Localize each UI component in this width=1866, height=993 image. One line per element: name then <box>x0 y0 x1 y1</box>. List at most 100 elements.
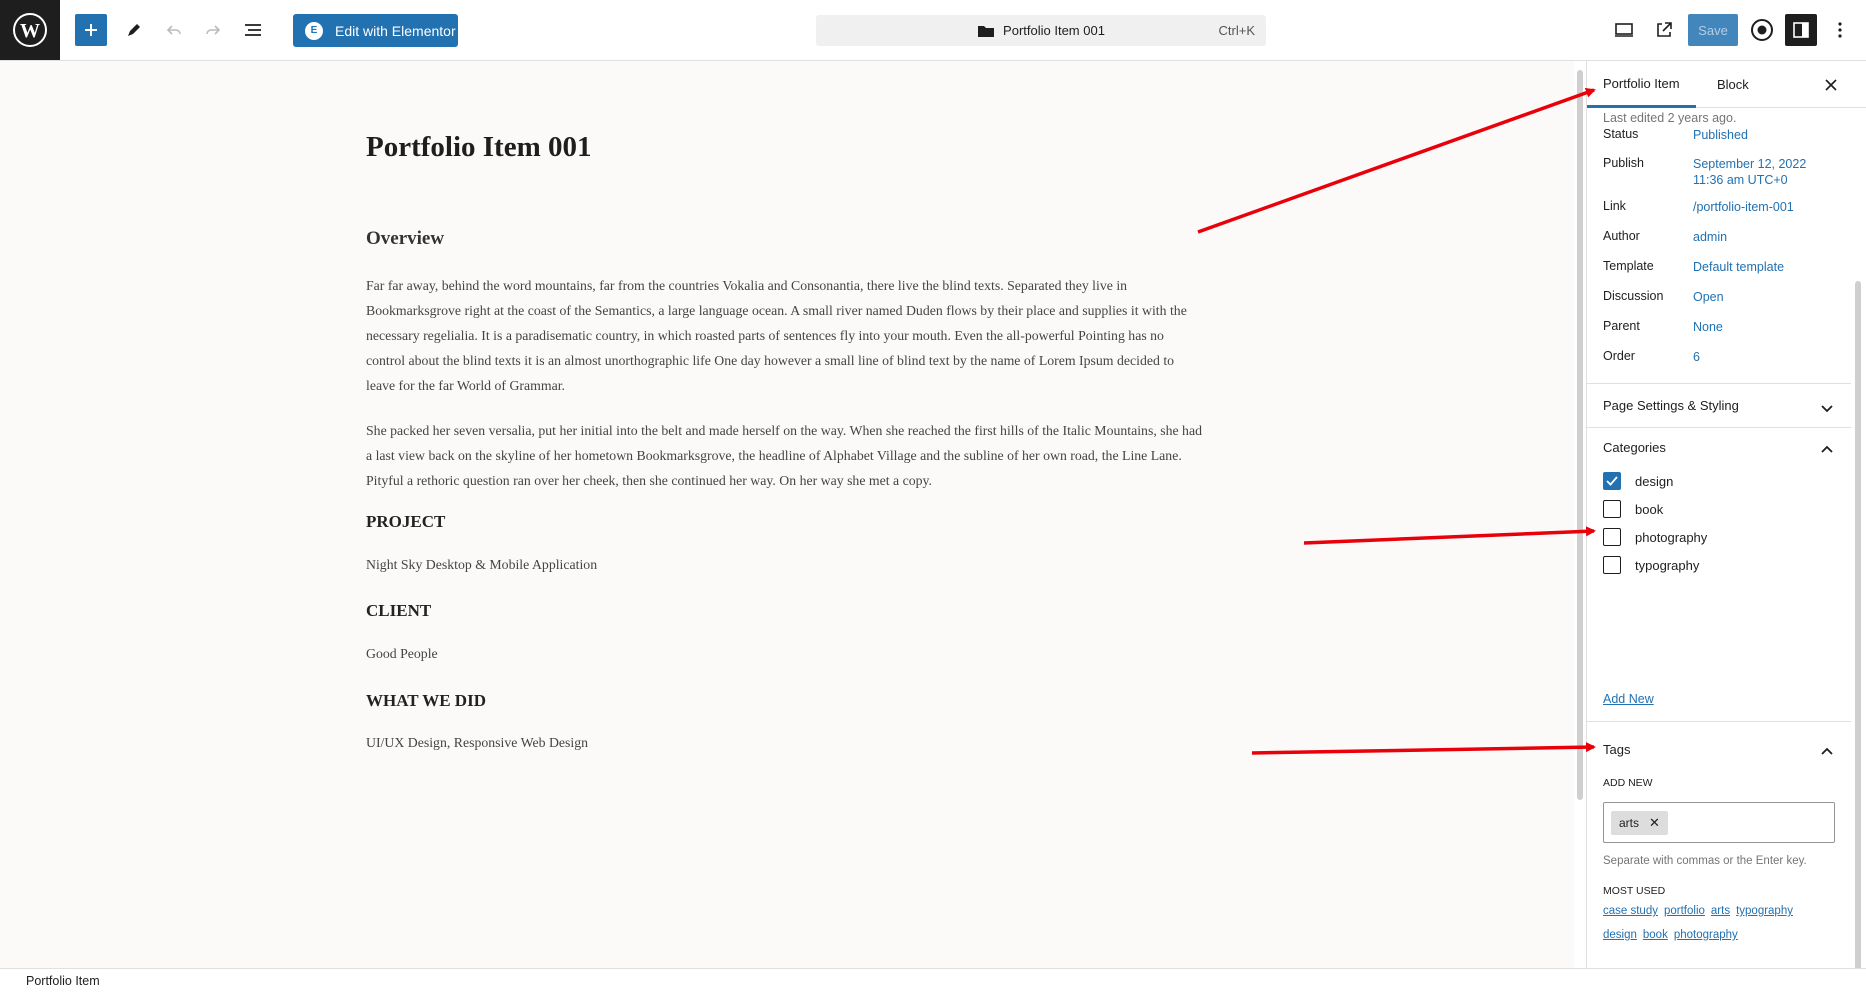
discussion-label: Discussion <box>1603 289 1664 303</box>
most-used-tag-link[interactable]: case study <box>1603 905 1658 917</box>
tag-input-field[interactable]: arts ✕ <box>1603 802 1835 843</box>
overview-heading[interactable]: Overview <box>366 228 444 250</box>
elementor-icon: E <box>305 21 323 40</box>
category-checkbox-typography[interactable]: typography <box>1603 556 1699 574</box>
order-button[interactable]: 6 <box>1693 349 1700 365</box>
plugin-button[interactable] <box>1746 14 1778 46</box>
settings-sidebar: Portfolio Item Block Last edited 2 years… <box>1586 61 1866 993</box>
document-overview-button[interactable] <box>237 14 269 46</box>
category-label: photography <box>1635 529 1708 545</box>
tab-portfolio-item[interactable]: Portfolio Item <box>1587 61 1696 108</box>
sidebar-tabs: Portfolio Item Block <box>1587 61 1866 108</box>
most-used-tags-row: case study portfolio arts typography <box>1603 901 1843 921</box>
most-used-tag-link[interactable]: book <box>1643 929 1668 941</box>
canvas-scrollbar[interactable] <box>1577 70 1583 800</box>
status-value-button[interactable]: Published <box>1693 127 1748 143</box>
categories-panel-toggle[interactable]: Categories <box>1603 440 1833 455</box>
tag-help-text: Separate with commas or the Enter key. <box>1603 855 1807 867</box>
project-text[interactable]: Night Sky Desktop & Mobile Application <box>366 557 597 573</box>
category-checkbox-book[interactable]: book <box>1603 500 1663 518</box>
order-label: Order <box>1603 349 1635 363</box>
post-title[interactable]: Portfolio Item 001 <box>366 131 592 164</box>
divider <box>1587 383 1851 384</box>
desktop-icon <box>1615 23 1633 37</box>
most-used-label: MOST USED <box>1603 885 1666 897</box>
close-sidebar-button[interactable] <box>1819 73 1843 97</box>
chevron-up-icon[interactable] <box>1819 744 1835 760</box>
sidebar-scrollbar[interactable] <box>1855 281 1861 993</box>
circle-icon <box>1751 19 1773 41</box>
list-view-icon <box>245 24 261 36</box>
page-settings-panel-toggle[interactable]: Page Settings & Styling <box>1603 398 1833 413</box>
checkbox[interactable] <box>1603 500 1621 518</box>
most-used-tags-row: design book photography <box>1603 925 1843 945</box>
divider <box>1587 427 1851 428</box>
parent-button[interactable]: None <box>1693 319 1723 335</box>
most-used-tag-link[interactable]: portfolio <box>1664 905 1705 917</box>
redo-icon <box>206 25 221 35</box>
settings-sidebar-toggle[interactable] <box>1785 14 1817 46</box>
document-title: Portfolio Item 001 <box>1003 23 1105 38</box>
breadcrumb-item[interactable]: Portfolio Item <box>26 974 100 988</box>
tab-block[interactable]: Block <box>1701 61 1765 108</box>
template-button[interactable]: Default template <box>1693 259 1784 275</box>
options-menu-button[interactable] <box>1824 14 1856 46</box>
what-we-did-text[interactable]: UI/UX Design, Responsive Web Design <box>366 735 588 751</box>
undo-button[interactable] <box>158 14 190 46</box>
edit-with-elementor-button[interactable]: E Edit with Elementor <box>293 14 458 47</box>
checkbox-checked[interactable] <box>1603 472 1621 490</box>
editor-canvas: Portfolio Item 001 Overview Far far away… <box>0 61 1574 968</box>
status-label: Status <box>1603 127 1639 141</box>
command-palette-bar[interactable]: Portfolio Item 001 Ctrl+K <box>816 15 1266 46</box>
most-used-tag-link[interactable]: design <box>1603 929 1637 941</box>
parent-label: Parent <box>1603 319 1640 333</box>
plus-icon <box>85 24 97 36</box>
permalink-button[interactable]: /portfolio-item-001 <box>1693 199 1794 215</box>
undo-icon <box>166 25 181 35</box>
add-new-tag-label: ADD NEW <box>1603 777 1653 789</box>
chevron-down-icon[interactable] <box>1819 400 1835 416</box>
breadcrumb-footer: Portfolio Item <box>0 968 1866 993</box>
most-used-tag-link[interactable]: typography <box>1736 905 1793 917</box>
project-heading[interactable]: PROJECT <box>366 512 445 532</box>
chevron-up-icon[interactable] <box>1819 442 1835 458</box>
folder-icon <box>978 25 995 37</box>
checkbox[interactable] <box>1603 528 1621 546</box>
redo-button[interactable] <box>197 14 229 46</box>
last-edited-note: Last edited 2 years ago. <box>1603 111 1737 125</box>
client-heading[interactable]: CLIENT <box>366 601 431 621</box>
svg-text:W: W <box>20 20 40 42</box>
category-checkbox-photography[interactable]: photography <box>1603 528 1707 546</box>
what-we-did-heading[interactable]: WHAT WE DID <box>366 691 486 711</box>
tags-panel-toggle[interactable]: Tags <box>1603 742 1833 757</box>
divider <box>1587 721 1851 722</box>
paragraph-block[interactable]: Far far away, behind the word mountains,… <box>366 273 1206 398</box>
category-checkbox-design[interactable]: design <box>1603 472 1673 490</box>
publish-date-button[interactable]: September 12, 2022 11:36 am UTC+0 <box>1693 156 1806 188</box>
add-new-category-link[interactable]: Add New <box>1603 692 1654 706</box>
view-post-button[interactable] <box>1648 14 1680 46</box>
preview-button[interactable] <box>1608 14 1640 46</box>
tools-button[interactable] <box>118 14 150 46</box>
most-used-tag-link[interactable]: photography <box>1674 929 1738 941</box>
author-label: Author <box>1603 229 1640 243</box>
most-used-tag-link[interactable]: arts <box>1711 905 1730 917</box>
more-vertical-icon <box>1838 22 1842 38</box>
check-icon <box>1606 476 1618 486</box>
discussion-button[interactable]: Open <box>1693 289 1724 305</box>
author-button[interactable]: admin <box>1693 229 1727 245</box>
save-button[interactable]: Save <box>1688 14 1738 46</box>
publish-label: Publish <box>1603 156 1644 170</box>
close-icon <box>1825 79 1837 91</box>
category-label: design <box>1635 473 1674 489</box>
tag-token: arts ✕ <box>1611 811 1668 835</box>
publish-time: 11:36 am UTC+0 <box>1693 173 1788 187</box>
remove-tag-icon[interactable]: ✕ <box>1649 815 1660 831</box>
category-label: book <box>1635 501 1664 517</box>
publish-date: September 12, 2022 <box>1693 157 1807 171</box>
add-block-button[interactable] <box>75 14 107 46</box>
checkbox[interactable] <box>1603 556 1621 574</box>
wordpress-logo-icon[interactable]: W <box>0 0 60 60</box>
paragraph-block[interactable]: She packed her seven versalia, put her i… <box>366 418 1206 493</box>
client-text[interactable]: Good People <box>366 646 438 662</box>
